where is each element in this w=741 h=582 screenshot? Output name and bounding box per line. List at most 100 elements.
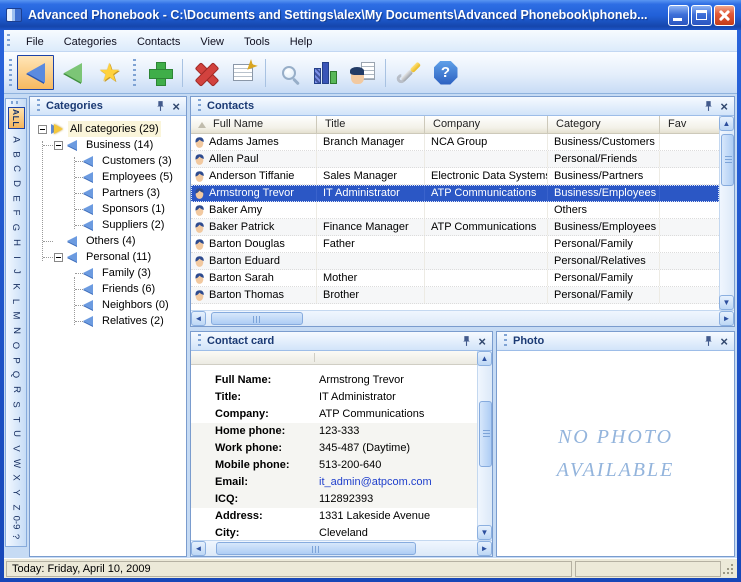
tree-item[interactable]: Family (3)	[30, 265, 186, 281]
contact-row[interactable]: Armstrong Trevor IT Administrator ATP Co…	[191, 185, 719, 202]
menu-item[interactable]: Tools	[234, 34, 280, 50]
contact-row[interactable]: Barton Eduard Personal/Relatives	[191, 253, 719, 270]
scroll-right-button[interactable]: ►	[719, 311, 734, 326]
contact-row[interactable]: Allen Paul Personal/Friends	[191, 151, 719, 168]
pin-icon[interactable]	[155, 100, 166, 112]
add-contact-button[interactable]	[141, 55, 178, 90]
tree-expander-icon[interactable]	[38, 125, 47, 134]
alphabet-letter-button[interactable]: R	[6, 382, 26, 397]
contacts-vertical-scrollbar[interactable]: ▲ ▼	[719, 116, 734, 310]
tree-expander-icon[interactable]	[54, 253, 63, 262]
menu-item[interactable]: File	[16, 34, 54, 50]
alphabet-letter-button[interactable]: 0-9	[6, 515, 26, 530]
menu-item[interactable]: Contacts	[127, 34, 190, 50]
favorites-button[interactable]: ★	[91, 55, 128, 90]
alphabet-letter-button[interactable]: E	[6, 191, 26, 206]
alphabet-letter-button[interactable]: F	[6, 206, 26, 221]
alphabet-letter-button[interactable]: W	[6, 456, 26, 471]
tree-item[interactable]: Sponsors (1)	[30, 201, 186, 217]
menu-item[interactable]: Categories	[54, 34, 127, 50]
alphabet-letter-button[interactable]: ?	[6, 529, 26, 544]
scroll-down-button[interactable]: ▼	[477, 525, 492, 540]
tree-item[interactable]: Business (14)	[30, 137, 186, 153]
contact-details-button[interactable]	[344, 55, 381, 90]
toolbar-grip[interactable]	[9, 59, 12, 87]
alphabet-letter-button[interactable]: M	[6, 309, 26, 324]
contact-row[interactable]: Anderson Tiffanie Sales Manager Electron…	[191, 168, 719, 185]
alphabet-letter-button[interactable]: J	[6, 264, 26, 279]
resize-grip[interactable]	[731, 572, 733, 574]
settings-button[interactable]	[390, 55, 427, 90]
contact-row[interactable]: Baker Patrick Finance Manager ATP Commun…	[191, 219, 719, 236]
alphabet-grip[interactable]	[11, 101, 21, 104]
panel-close-icon[interactable]: ×	[172, 101, 180, 112]
alphabet-letter-button[interactable]: I	[6, 250, 26, 265]
pin-icon[interactable]	[461, 335, 472, 347]
scroll-left-button[interactable]: ◄	[191, 311, 206, 326]
maximize-button[interactable]	[691, 5, 712, 26]
panel-close-icon[interactable]: ×	[720, 101, 728, 112]
contact-row[interactable]: Baker Amy Others	[191, 202, 719, 219]
delete-contact-button[interactable]	[187, 55, 224, 90]
close-button[interactable]	[714, 5, 735, 26]
tree-item[interactable]: Friends (6)	[30, 281, 186, 297]
menu-item[interactable]: View	[190, 34, 234, 50]
alphabet-letter-button[interactable]: Z	[6, 500, 26, 515]
alphabet-letter-button[interactable]: O	[6, 338, 26, 353]
panel-grip[interactable]	[504, 334, 507, 348]
tree-item[interactable]: Personal (11)	[30, 249, 186, 265]
alphabet-letter-button[interactable]: C	[6, 161, 26, 176]
panel-close-icon[interactable]: ×	[720, 336, 728, 347]
alphabet-letter-button[interactable]: Q	[6, 368, 26, 383]
column-fav[interactable]: Fav	[660, 116, 719, 133]
tree-item[interactable]: All categories (29)	[30, 121, 186, 137]
alphabet-letter-button[interactable]: K	[6, 279, 26, 294]
alphabet-letter-button[interactable]: S	[6, 397, 26, 412]
card-horizontal-scrollbar[interactable]: ◄ ►	[191, 540, 492, 556]
alphabet-letter-button[interactable]: D	[6, 176, 26, 191]
panel-grip[interactable]	[198, 99, 201, 113]
help-button[interactable]: ?	[427, 55, 464, 90]
tree-item[interactable]: Others (4)	[30, 233, 186, 249]
alphabet-letter-button[interactable]: N	[6, 323, 26, 338]
titlebar[interactable]: Advanced Phonebook - C:\Documents and Se…	[0, 0, 741, 30]
alphabet-letter-button[interactable]: L	[6, 294, 26, 309]
alphabet-letter-button[interactable]: G	[6, 220, 26, 235]
alphabet-letter-button[interactable]: T	[6, 412, 26, 427]
scroll-up-button[interactable]: ▲	[719, 116, 734, 131]
pin-icon[interactable]	[703, 100, 714, 112]
pin-icon[interactable]	[703, 335, 714, 347]
alphabet-letter-button[interactable]: U	[6, 426, 26, 441]
tree-item[interactable]: Relatives (2)	[30, 313, 186, 329]
scroll-up-button[interactable]: ▲	[477, 351, 492, 366]
search-button[interactable]	[270, 55, 307, 90]
panel-grip[interactable]	[37, 99, 40, 113]
alphabet-letter-button[interactable]: B	[6, 147, 26, 162]
scroll-thumb[interactable]	[216, 542, 416, 555]
scroll-down-button[interactable]: ▼	[719, 295, 734, 310]
scroll-thumb[interactable]	[721, 134, 734, 186]
tree-item[interactable]: Customers (3)	[30, 153, 186, 169]
scroll-right-button[interactable]: ►	[477, 541, 492, 556]
alphabet-letter-button[interactable]: P	[6, 353, 26, 368]
statistics-button[interactable]	[307, 55, 344, 90]
alphabet-letter-button[interactable]: V	[6, 441, 26, 456]
column-full-name[interactable]: Full Name	[191, 116, 317, 133]
alphabet-letter-button[interactable]: X	[6, 471, 26, 486]
contact-row[interactable]: Barton Thomas Brother Personal/Family	[191, 287, 719, 304]
scroll-thumb[interactable]	[211, 312, 303, 325]
tree-item[interactable]: Neighbors (0)	[30, 297, 186, 313]
contacts-horizontal-scrollbar[interactable]: ◄ ►	[191, 310, 734, 326]
back-button[interactable]	[17, 55, 54, 90]
scroll-thumb[interactable]	[479, 401, 492, 467]
panel-close-icon[interactable]: ×	[478, 336, 486, 347]
alphabet-all-button[interactable]: ALL	[8, 107, 25, 129]
toolbar-grip[interactable]	[133, 59, 136, 87]
alphabet-letter-button[interactable]: H	[6, 235, 26, 250]
edit-contact-button[interactable]: ➤	[224, 55, 261, 90]
contact-row[interactable]: Barton Sarah Mother Personal/Family	[191, 270, 719, 287]
contact-row[interactable]: Adams James Branch Manager NCA Group Bus…	[191, 134, 719, 151]
column-title[interactable]: Title	[317, 116, 425, 133]
minimize-button[interactable]	[668, 5, 689, 26]
contact-row[interactable]: Barton Douglas Father Personal/Family	[191, 236, 719, 253]
